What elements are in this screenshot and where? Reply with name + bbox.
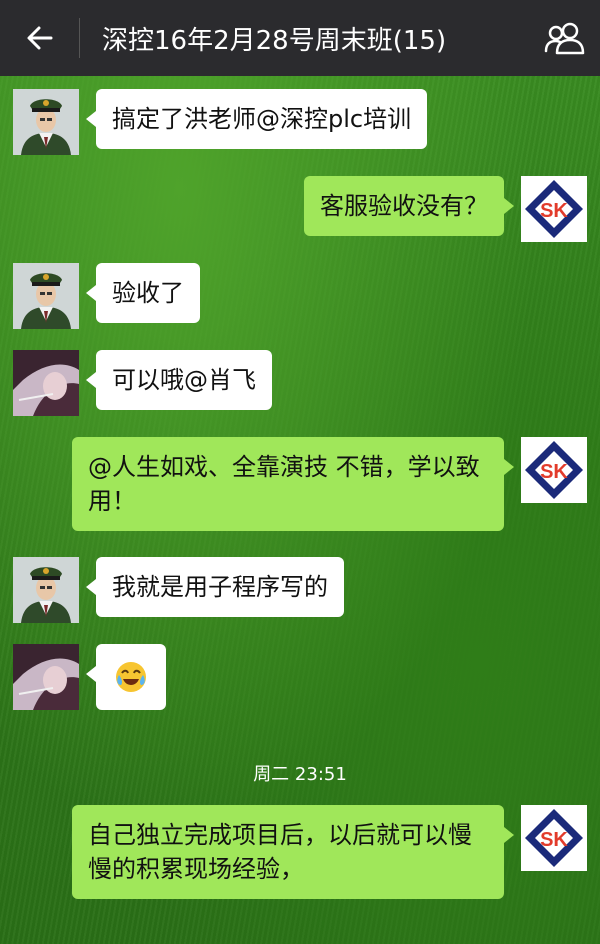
message-bubble[interactable] bbox=[86, 644, 166, 710]
sk-logo-text: SK bbox=[540, 829, 568, 851]
sk-logo-avatar[interactable]: SK bbox=[521, 437, 587, 503]
header-divider bbox=[79, 18, 80, 58]
message-bubble[interactable]: 客服验收没有？ bbox=[304, 176, 514, 236]
chat-header: 深控16年2月28号周末班(15) bbox=[0, 0, 600, 76]
message-bubble[interactable]: 验收了 bbox=[86, 263, 200, 323]
message-bubble[interactable]: 自己独立完成项目后，以后就可以慢慢的积累现场经验， bbox=[72, 805, 514, 899]
sk-logo-text: SK bbox=[540, 200, 568, 222]
group-members-button[interactable] bbox=[530, 0, 600, 76]
arrow-left-icon bbox=[27, 26, 53, 50]
message-bubble[interactable]: 我就是用子程序写的 bbox=[86, 557, 344, 617]
soldier-avatar[interactable] bbox=[13, 89, 79, 155]
soldier-avatar[interactable] bbox=[13, 263, 79, 329]
chat-title: 深控16年2月28号周末班(15) bbox=[102, 25, 447, 56]
message-bubble[interactable]: @人生如戏、全靠演技 不错，学以致用！ bbox=[72, 437, 514, 531]
group-icon bbox=[544, 22, 585, 55]
girl-avatar[interactable] bbox=[13, 350, 79, 416]
sk-logo-avatar[interactable]: SK bbox=[521, 176, 587, 242]
girl-avatar[interactable] bbox=[13, 644, 79, 710]
back-button[interactable] bbox=[0, 0, 80, 76]
timestamp-label: 周二 23:51 bbox=[253, 764, 347, 785]
message-bubble[interactable]: 可以哦@肖飞 bbox=[86, 350, 272, 410]
sk-logo-avatar[interactable]: SK bbox=[521, 805, 587, 871]
sk-logo-text: SK bbox=[540, 461, 568, 483]
message-bubble[interactable]: 搞定了洪老师@深控plc培训 bbox=[85, 89, 428, 149]
chat-timestamp: 周二 23:51 bbox=[0, 760, 600, 786]
soldier-avatar[interactable] bbox=[13, 557, 79, 623]
tears-of-joy-emoji-icon bbox=[116, 662, 146, 692]
